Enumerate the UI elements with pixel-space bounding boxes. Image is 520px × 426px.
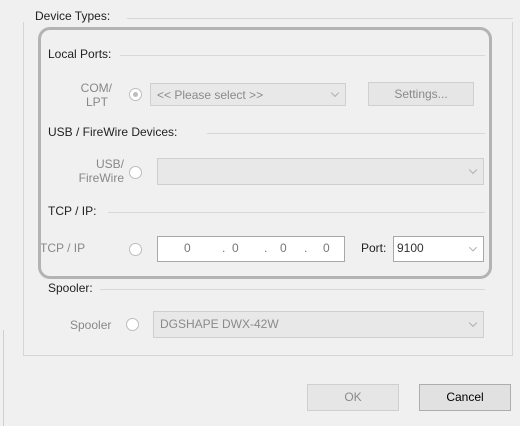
ok-button[interactable]: OK	[307, 384, 399, 411]
cancel-button[interactable]: Cancel	[419, 384, 511, 411]
spooler-label: Spooler	[70, 318, 112, 332]
left-edge-line	[3, 330, 4, 426]
chevron-down-icon	[468, 322, 478, 328]
spooler-radio[interactable]	[126, 318, 139, 331]
spooler-select-value: DGSHAPE DWX-42W	[160, 317, 279, 331]
spooler-select[interactable]: DGSHAPE DWX-42W	[153, 311, 484, 338]
spooler-heading: Spooler:	[48, 281, 93, 295]
device-types-label: Device Types:	[35, 9, 111, 23]
device-types-divider	[127, 18, 513, 19]
highlight-frame	[38, 27, 492, 279]
spooler-divider	[100, 289, 485, 290]
